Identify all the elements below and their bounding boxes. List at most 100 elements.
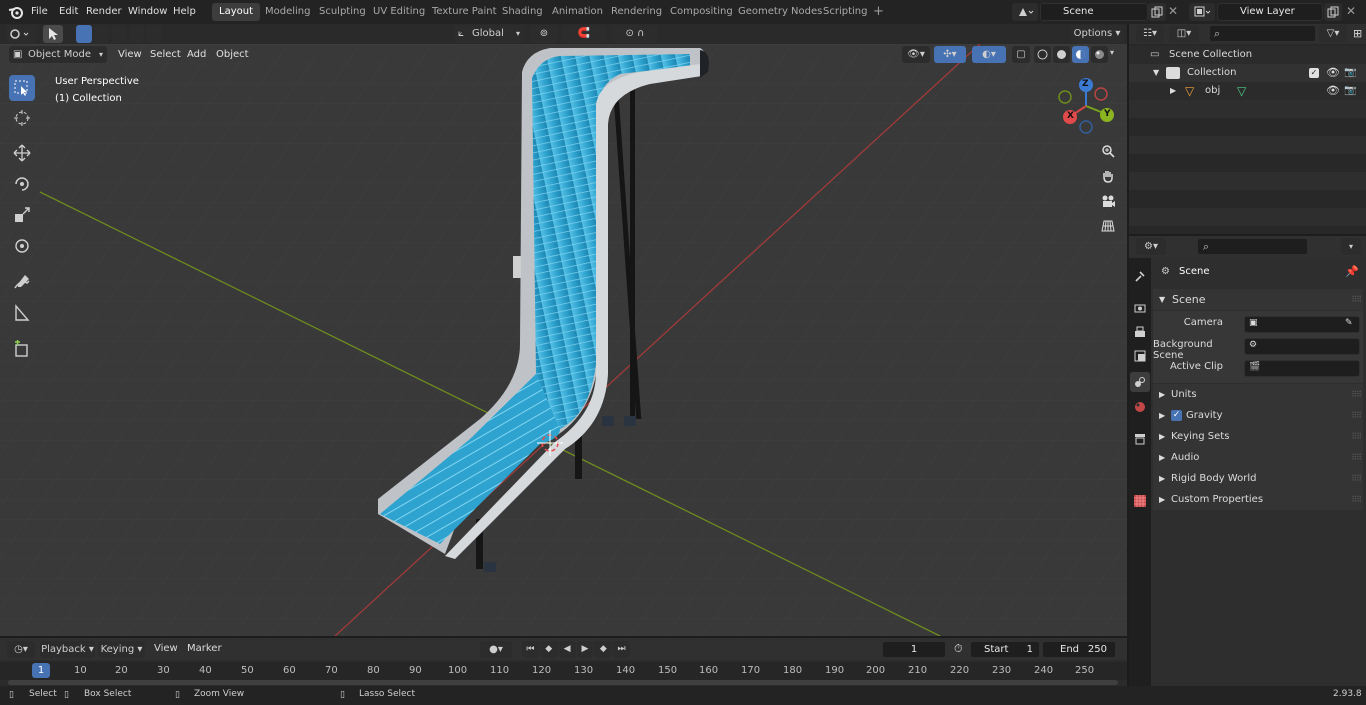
tab-compositing[interactable]: Compositing — [663, 3, 740, 21]
wireframe-shading-icon[interactable] — [1034, 46, 1051, 63]
viewport-menu-add[interactable]: Add — [187, 47, 206, 63]
close-view-layer-icon[interactable]: ✕ — [1346, 4, 1360, 20]
add-workspace-button[interactable]: + — [866, 3, 891, 21]
rigid-body-world-panel-header[interactable]: ▶ Rigid Body World ⠿⠿ — [1153, 468, 1363, 489]
keying-dropdown[interactable]: Keying ▾ — [98, 641, 145, 658]
units-panel-header[interactable]: ▶ Units ⠿⠿ — [1153, 384, 1363, 405]
pivot-point-icon[interactable]: ⊚ — [530, 25, 558, 43]
copy-view-layer-icon[interactable] — [1324, 3, 1342, 21]
timeline-scrollbar[interactable] — [8, 680, 1118, 685]
visibility-eye-icon[interactable]: 👁▾ — [902, 46, 930, 63]
blender-logo-icon[interactable] — [8, 4, 24, 20]
rotate-tool-icon[interactable] — [9, 171, 35, 197]
options-dropdown[interactable]: Options ▾ — [1070, 25, 1124, 43]
playback-dropdown[interactable]: Playback ▾ — [40, 641, 95, 658]
scale-tool-icon[interactable] — [9, 202, 35, 228]
tab-modeling[interactable]: Modeling — [258, 3, 318, 21]
drag-handle-icon[interactable]: ⠿⠿ — [1351, 468, 1362, 489]
expand-arrow-icon[interactable]: ▶ — [1170, 82, 1176, 100]
scene-browse-icon[interactable] — [1012, 3, 1038, 21]
drag-handle-icon[interactable]: ⠿⠿ — [1351, 489, 1362, 510]
select-extend-icon[interactable] — [93, 25, 110, 43]
navigation-gizmo[interactable]: Z Y X — [1057, 76, 1117, 136]
add-cube-tool-icon[interactable] — [9, 336, 35, 362]
select-invert-icon[interactable] — [128, 25, 145, 43]
pan-hand-icon[interactable] — [1097, 165, 1119, 187]
gravity-checkbox[interactable]: ✓ — [1171, 410, 1182, 421]
select-box-tool-icon[interactable] — [9, 75, 35, 101]
tool-tab-icon[interactable] — [1130, 266, 1150, 286]
collection-tab-icon[interactable] — [1130, 429, 1150, 449]
viewport-menu-select[interactable]: Select — [150, 47, 181, 63]
display-mode-icon[interactable]: ◫▾ — [1169, 25, 1199, 42]
output-tab-icon[interactable] — [1130, 322, 1150, 342]
audio-panel-header[interactable]: ▶ Audio ⠿⠿ — [1153, 447, 1363, 468]
pin-icon[interactable]: 📌 — [1345, 265, 1359, 278]
tab-animation[interactable]: Animation — [545, 3, 610, 21]
playhead-frame-indicator[interactable]: 1 — [32, 663, 50, 678]
zoom-icon[interactable] — [1097, 140, 1119, 162]
timeline-menu-marker[interactable]: Marker — [187, 643, 222, 654]
filter-icon[interactable]: ▽▾ — [1319, 25, 1347, 42]
jump-end-icon[interactable]: ⏭ — [613, 641, 631, 658]
jump-start-icon[interactable]: ⏮ — [522, 641, 539, 658]
play-icon[interactable]: ▶ — [576, 641, 594, 658]
expand-arrow-icon[interactable]: ▼ — [1153, 64, 1159, 82]
view-layer-tab-icon[interactable] — [1130, 346, 1150, 366]
tab-sculpting[interactable]: Sculpting — [312, 3, 373, 21]
next-keyframe-icon[interactable]: ◆ — [594, 641, 613, 658]
gravity-panel-header[interactable]: ▶ ✓ Gravity ⠿⠿ — [1153, 405, 1363, 426]
menu-help[interactable]: Help — [173, 4, 196, 20]
measure-tool-icon[interactable] — [9, 300, 35, 326]
outliner-row-obj[interactable]: ▶ ▽ obj ▽ 👁 📷 — [1129, 82, 1366, 100]
render-camera-icon[interactable]: 📷 — [1344, 64, 1356, 82]
timeline-editor-type-icon[interactable]: ◷▾ — [7, 641, 35, 658]
timeline-menu-view[interactable]: View — [154, 643, 178, 654]
view-layer-field[interactable]: View Layer — [1217, 3, 1323, 21]
hide-eye-icon[interactable]: 👁 — [1326, 64, 1340, 82]
viewport-menu-view[interactable]: View — [118, 47, 142, 63]
drag-handle-icon[interactable]: ⠿⠿ — [1351, 447, 1362, 468]
copy-scene-icon[interactable] — [1148, 3, 1166, 21]
cursor-tool-icon[interactable] — [9, 105, 35, 131]
move-tool-icon[interactable] — [9, 140, 35, 166]
view-layer-browse-icon[interactable] — [1189, 3, 1215, 21]
world-tab-icon[interactable] — [1130, 397, 1150, 417]
select-subtract-icon[interactable] — [111, 25, 127, 43]
properties-search-input[interactable] — [1197, 238, 1308, 255]
snap-icon[interactable]: 🧲 — [561, 25, 607, 43]
scene-tab-icon[interactable] — [1130, 372, 1150, 392]
render-camera-icon[interactable]: 📷 — [1344, 82, 1356, 100]
object-mode-dropdown[interactable]: Object Mode ▣ ▾ — [9, 46, 107, 63]
select-intersect-icon[interactable] — [146, 25, 162, 43]
transform-orientation-dropdown[interactable]: Global ⟀ ▾ — [454, 25, 524, 43]
background-scene-field[interactable] — [1244, 338, 1360, 355]
menu-window[interactable]: Window — [128, 4, 167, 20]
outliner-search-input[interactable] — [1209, 25, 1316, 42]
orthographic-grid-icon[interactable] — [1097, 215, 1119, 237]
drag-handle-icon[interactable]: ⠿⠿ — [1351, 289, 1362, 310]
solid-shading-icon[interactable] — [1053, 46, 1070, 63]
select-tool-icon[interactable] — [43, 25, 63, 43]
outliner-row-scene-collection[interactable]: ▭ Scene Collection — [1129, 46, 1366, 64]
menu-render[interactable]: Render — [86, 4, 122, 20]
current-frame-field[interactable]: 1 — [882, 641, 946, 658]
3d-viewport[interactable]: User Perspective (1) Collection Z Y X — [0, 44, 1127, 636]
render-tab-icon[interactable] — [1130, 298, 1150, 318]
hide-eye-icon[interactable]: 👁 — [1326, 82, 1340, 100]
start-frame-field[interactable]: Start 1 — [970, 641, 1040, 658]
menu-edit[interactable]: Edit — [59, 4, 78, 20]
drag-handle-icon[interactable]: ⠿⠿ — [1351, 405, 1362, 426]
stopwatch-icon[interactable]: ⏱ — [954, 642, 963, 656]
tab-layout[interactable]: Layout — [212, 3, 260, 21]
properties-options-chevron-icon[interactable]: ▾ — [1341, 238, 1361, 255]
texture-tab-icon[interactable] — [1130, 491, 1150, 511]
editor-type-3d-icon[interactable] — [6, 25, 36, 43]
annotate-tool-icon[interactable] — [9, 269, 35, 295]
custom-properties-panel-header[interactable]: ▶ Custom Properties ⠿⠿ — [1153, 489, 1363, 510]
viewport-menu-object[interactable]: Object — [216, 47, 249, 63]
show-gizmo-icon[interactable]: ✣▾ — [934, 46, 966, 63]
scene-panel-header[interactable]: ▼ Scene ⠿⠿ — [1153, 289, 1363, 310]
scene-name-field[interactable]: Scene — [1040, 3, 1148, 21]
new-collection-icon[interactable]: ⊞ — [1353, 27, 1362, 40]
